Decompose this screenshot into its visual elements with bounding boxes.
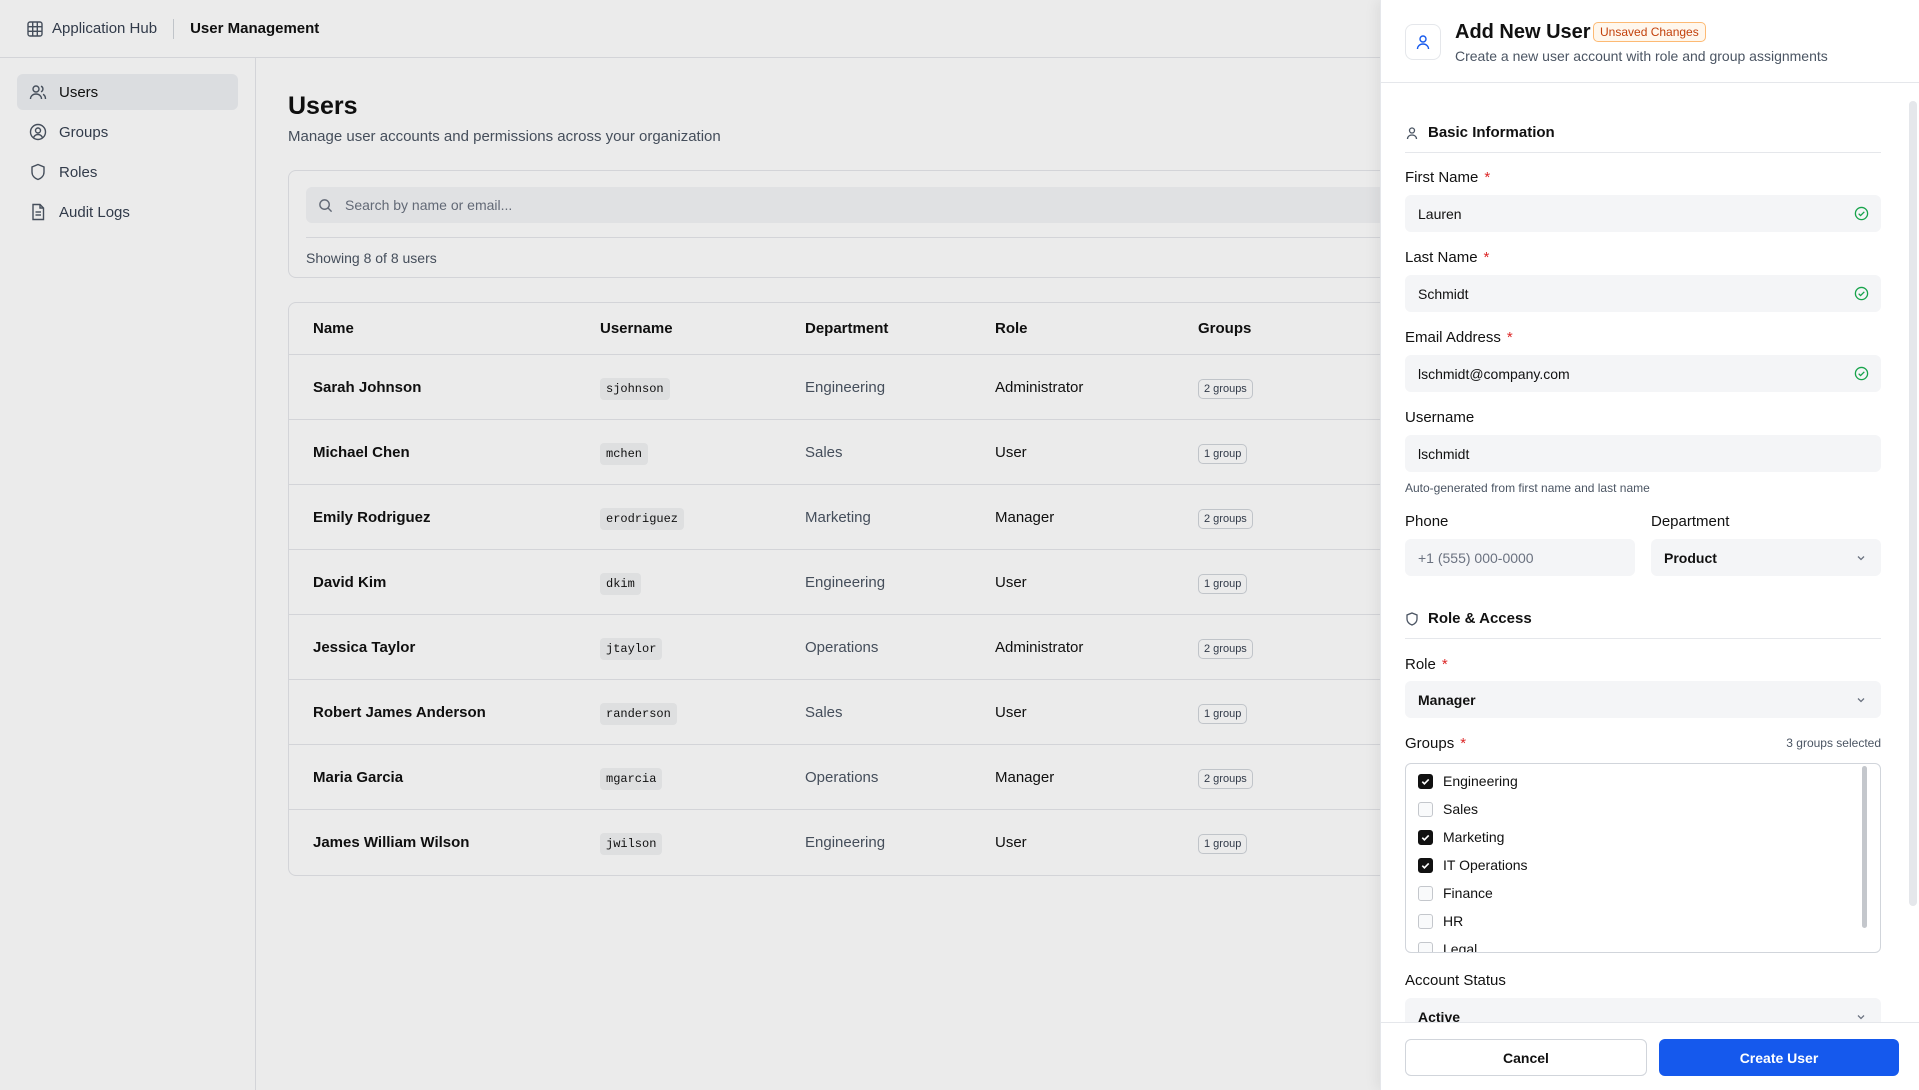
group-option-label: Marketing — [1443, 829, 1505, 845]
account-status-select[interactable]: Active — [1405, 998, 1881, 1022]
label-text: First Name — [1405, 169, 1479, 186]
last-name-input[interactable] — [1418, 285, 1818, 302]
section-title: Role & Access — [1428, 610, 1532, 627]
group-option-engineering[interactable]: Engineering — [1418, 773, 1518, 789]
required-mark: * — [1484, 169, 1491, 186]
group-option-legal[interactable]: Legal — [1418, 941, 1478, 953]
panel-scrollbar[interactable] — [1909, 101, 1917, 906]
email-label: Email Address * — [1405, 329, 1513, 346]
email-field[interactable] — [1405, 355, 1881, 392]
panel-header: Add New User Unsaved Changes Create a ne… — [1381, 0, 1919, 83]
groups-label: Groups * — [1405, 735, 1466, 752]
cancel-button[interactable]: Cancel — [1405, 1039, 1647, 1076]
role-select[interactable]: Manager — [1405, 681, 1881, 718]
groups-selected-count: 3 groups selected — [1786, 736, 1881, 750]
required-mark: * — [1441, 656, 1448, 673]
role-label: Role * — [1405, 656, 1448, 673]
user-icon — [1416, 35, 1430, 50]
chevron-down-icon — [1857, 697, 1865, 702]
check-icon — [1421, 834, 1430, 841]
department-label: Department — [1651, 513, 1730, 530]
group-option-label: Finance — [1443, 885, 1493, 901]
chevron-down-icon — [1857, 555, 1865, 560]
department-value: Product — [1664, 549, 1717, 566]
phone-input[interactable] — [1418, 549, 1618, 566]
checkbox-checked[interactable] — [1418, 857, 1433, 873]
username-field[interactable] — [1405, 435, 1881, 472]
group-option-it-operations[interactable]: IT Operations — [1418, 857, 1528, 873]
check-icon — [1421, 862, 1430, 869]
check-circle-icon — [1854, 286, 1869, 301]
user-icon — [1406, 126, 1418, 139]
phone-label: Phone — [1405, 513, 1449, 530]
label-text: Email Address — [1405, 329, 1501, 346]
required-mark: * — [1460, 735, 1467, 752]
groups-scrollbar[interactable] — [1862, 766, 1867, 928]
panel-body: Basic Information First Name * Last Name *… — [1381, 84, 1919, 1022]
check-icon — [1421, 778, 1430, 785]
groups-checklist[interactable]: Engineering Sales Marketing IT Operation… — [1405, 763, 1881, 953]
group-option-hr[interactable]: HR — [1418, 913, 1463, 929]
first-name-input[interactable] — [1418, 205, 1818, 222]
username-label: Username — [1405, 409, 1475, 426]
chevron-down-icon — [1857, 1014, 1865, 1019]
checkbox-unchecked[interactable] — [1418, 941, 1433, 952]
group-option-sales[interactable]: Sales — [1418, 801, 1478, 817]
role-value: Manager — [1418, 691, 1476, 708]
panel-subtitle: Create a new user account with role and … — [1455, 48, 1828, 64]
account-status-label: Account Status — [1405, 972, 1506, 989]
group-option-marketing[interactable]: Marketing — [1418, 829, 1504, 845]
phone-field[interactable] — [1405, 539, 1635, 576]
divider — [1405, 152, 1881, 153]
divider — [1405, 638, 1881, 639]
checkbox-checked[interactable] — [1418, 773, 1433, 789]
panel-footer: Cancel Create User — [1381, 1022, 1919, 1090]
user-avatar-box — [1405, 24, 1441, 60]
checkbox-unchecked[interactable] — [1418, 801, 1433, 817]
first-name-label: First Name * — [1405, 169, 1490, 186]
checkbox-checked[interactable] — [1418, 829, 1433, 845]
label-text: Groups — [1405, 735, 1455, 752]
unsaved-changes-badge: Unsaved Changes — [1593, 22, 1706, 42]
group-option-finance[interactable]: Finance — [1418, 885, 1493, 901]
group-option-label: IT Operations — [1443, 857, 1528, 873]
required-mark: * — [1506, 329, 1513, 346]
group-option-label: Legal — [1443, 941, 1478, 953]
checkbox-unchecked[interactable] — [1418, 885, 1433, 901]
email-input[interactable] — [1418, 365, 1818, 382]
first-name-field[interactable] — [1405, 195, 1881, 232]
username-input[interactable] — [1418, 445, 1818, 462]
required-mark: * — [1483, 249, 1490, 266]
checkbox-unchecked[interactable] — [1418, 913, 1433, 929]
role-access-heading: Role & Access — [1405, 610, 1532, 627]
username-hint: Auto-generated from first name and last … — [1405, 481, 1650, 495]
create-user-button[interactable]: Create User — [1659, 1039, 1899, 1076]
last-name-label: Last Name * — [1405, 249, 1489, 266]
check-circle-icon — [1854, 366, 1869, 381]
check-circle-icon — [1854, 206, 1869, 221]
last-name-field[interactable] — [1405, 275, 1881, 312]
department-select[interactable]: Product — [1651, 539, 1881, 576]
shield-icon — [1406, 611, 1418, 626]
add-user-panel: Add New User Unsaved Changes Create a ne… — [1380, 0, 1919, 1090]
panel-title: Add New User — [1455, 21, 1591, 43]
section-title: Basic Information — [1428, 124, 1555, 141]
label-text: Last Name — [1405, 249, 1478, 266]
group-option-label: Engineering — [1443, 773, 1518, 789]
group-option-label: Sales — [1443, 801, 1479, 817]
group-option-label: HR — [1443, 913, 1464, 929]
label-text: Role — [1405, 656, 1436, 673]
account-status-value: Active — [1418, 1008, 1461, 1023]
basic-info-heading: Basic Information — [1405, 124, 1555, 141]
